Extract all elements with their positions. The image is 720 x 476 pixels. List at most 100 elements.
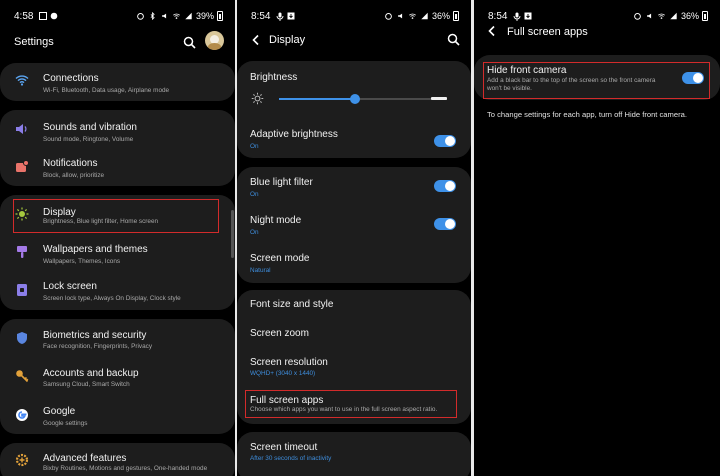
brightness-slider-thumb[interactable] [349, 94, 360, 104]
download-status-icon [524, 12, 532, 19]
brightness-max-marker [431, 97, 447, 100]
settings-item-title: Google [43, 406, 76, 417]
notification-status-icons [39, 12, 58, 20]
status-bar: 8:54 36% [251, 9, 459, 23]
brightness-sun-icon [251, 92, 264, 105]
settings-item-subtitle: Bixby Routines, Motions and gestures, On… [43, 465, 208, 472]
setting-font-size[interactable]: Font size and style [237, 290, 471, 320]
blue-light-toggle[interactable] [434, 180, 456, 192]
settings-item-biometrics[interactable]: Biometrics and security Face recognition… [0, 319, 235, 357]
setting-subtitle: After 30 seconds of inactivity [250, 455, 332, 462]
battery-percent: 36% [431, 11, 450, 21]
mute-icon [162, 13, 167, 19]
settings-item-accounts[interactable]: Accounts and backup Samsung Cloud, Smart… [0, 357, 235, 395]
night-mode-toggle[interactable] [434, 218, 456, 230]
settings-item-title: Notifications [43, 158, 98, 169]
settings-item-lock-screen[interactable]: Lock screen Screen lock type, Always On … [0, 272, 235, 310]
scrollbar[interactable] [231, 210, 234, 258]
settings-item-wallpapers[interactable]: Wallpapers and themes Wallpapers, Themes… [0, 233, 235, 271]
settings-item-subtitle: Wi-Fi, Bluetooth, Data usage, Airplane m… [43, 87, 170, 94]
mic-status-icon [514, 12, 521, 21]
brightness-slider-track[interactable] [279, 94, 447, 104]
card-brightness: Brightness Adaptive brightness On [237, 61, 471, 158]
setting-subtitle: On [250, 143, 259, 150]
status-time: 4:58 [14, 10, 34, 22]
settings-item-title: Wallpapers and themes [43, 244, 148, 255]
alarm-icon [634, 13, 641, 20]
setting-title: Screen resolution [250, 357, 328, 368]
card-security-accounts: Biometrics and security Face recognition… [0, 319, 235, 434]
wifi-status-icon [409, 13, 416, 19]
setting-adaptive-brightness[interactable]: Adaptive brightness On [237, 119, 471, 157]
settings-item-subtitle: Google settings [43, 420, 88, 427]
wifi-status-icon [173, 13, 180, 19]
mute-icon [398, 13, 403, 19]
setting-subtitle: On [250, 229, 259, 236]
setting-title: Screen mode [250, 253, 310, 264]
chat-status-icon [51, 12, 58, 20]
battery-percent: 36% [680, 11, 699, 21]
settings-item-google[interactable]: Google Google settings [0, 396, 235, 434]
setting-subtitle: WQHD+ (3040 x 1440) [250, 370, 316, 377]
setting-title: Screen zoom [250, 328, 309, 339]
brightness-slider-fill [279, 98, 355, 100]
card-screen-modes: Blue light filter On Night mode On Scree… [237, 167, 471, 283]
setting-screen-mode[interactable]: Screen mode Natural [237, 244, 471, 282]
alarm-icon [385, 13, 392, 20]
display-highlight-box [13, 199, 219, 233]
full-screen-apps-panel: 8:54 36% Full screen apps Hide front cam… [474, 0, 720, 476]
hide-camera-highlight-box [483, 62, 710, 99]
settings-item-subtitle: Wallpapers, Themes, Icons [43, 258, 121, 265]
settings-item-sounds[interactable]: Sounds and vibration Sound mode, Rington… [0, 110, 235, 148]
signal-icon [670, 12, 677, 20]
lock-icon [15, 283, 29, 297]
settings-item-subtitle: Sound mode, Ringtone, Volume [43, 136, 134, 143]
status-time: 8:54 [488, 10, 508, 22]
status-bar: 8:54 36% [488, 9, 708, 23]
setting-screen-timeout[interactable]: Screen timeout After 30 seconds of inact… [237, 432, 471, 470]
gallery-status-icon [39, 12, 48, 20]
settings-item-title: Connections [43, 73, 99, 84]
brightness-label: Brightness [250, 72, 298, 83]
setting-blue-light-filter[interactable]: Blue light filter On [237, 167, 471, 205]
settings-item-subtitle: Screen lock type, Always On Display, Clo… [43, 295, 181, 302]
setting-title: Blue light filter [250, 177, 313, 188]
avatar[interactable] [205, 31, 224, 50]
google-icon [15, 408, 29, 422]
adaptive-brightness-toggle[interactable] [434, 135, 456, 147]
setting-night-mode[interactable]: Night mode On [237, 205, 471, 243]
settings-item-advanced[interactable]: Advanced features Bixby Routines, Motion… [0, 443, 235, 476]
settings-item-subtitle: Face recognition, Fingerprints, Privacy [43, 343, 153, 350]
status-right: 39% [136, 11, 223, 21]
settings-item-title: Accounts and backup [43, 368, 139, 379]
settings-item-title: Advanced features [43, 453, 127, 464]
wifi-status-icon [658, 13, 665, 19]
status-time: 8:54 [251, 10, 271, 22]
display-panel: 8:54 36% Display Brightness Adaptive bri… [237, 0, 471, 476]
full-screen-apps-highlight-box [245, 390, 457, 418]
settings-item-subtitle: Samsung Cloud, Smart Switch [43, 381, 130, 388]
card-advanced: Advanced features Bixby Routines, Motion… [0, 443, 235, 476]
setting-title: Adaptive brightness [250, 129, 338, 140]
settings-item-title: Biometrics and security [43, 330, 147, 341]
settings-item-connections[interactable]: Connections Wi-Fi, Bluetooth, Data usage… [0, 63, 235, 101]
setting-screen-zoom[interactable]: Screen zoom [237, 320, 471, 348]
setting-title: Font size and style [250, 299, 334, 310]
card-sound-notifications: Sounds and vibration Sound mode, Rington… [0, 110, 235, 186]
status-right: 36% [384, 11, 459, 21]
notification-icon [15, 159, 29, 173]
battery-icon [217, 11, 223, 21]
search-icon[interactable] [447, 33, 460, 46]
search-icon[interactable] [183, 36, 196, 49]
settings-item-notifications[interactable]: Notifications Block, allow, prioritize [0, 148, 235, 186]
back-arrow-icon[interactable] [251, 34, 261, 46]
signal-icon [421, 12, 428, 20]
key-icon [15, 369, 29, 383]
status-bar: 4:58 39% [14, 9, 223, 23]
settings-panel: 4:58 39% Settings Connections Wi-Fi, Blu… [0, 0, 235, 476]
setting-subtitle: Natural [250, 267, 271, 274]
mic-status-icon [277, 12, 284, 21]
setting-screen-resolution[interactable]: Screen resolution WQHD+ (3040 x 1440) [237, 348, 471, 386]
back-arrow-icon[interactable] [487, 25, 497, 37]
shield-icon [15, 331, 29, 345]
